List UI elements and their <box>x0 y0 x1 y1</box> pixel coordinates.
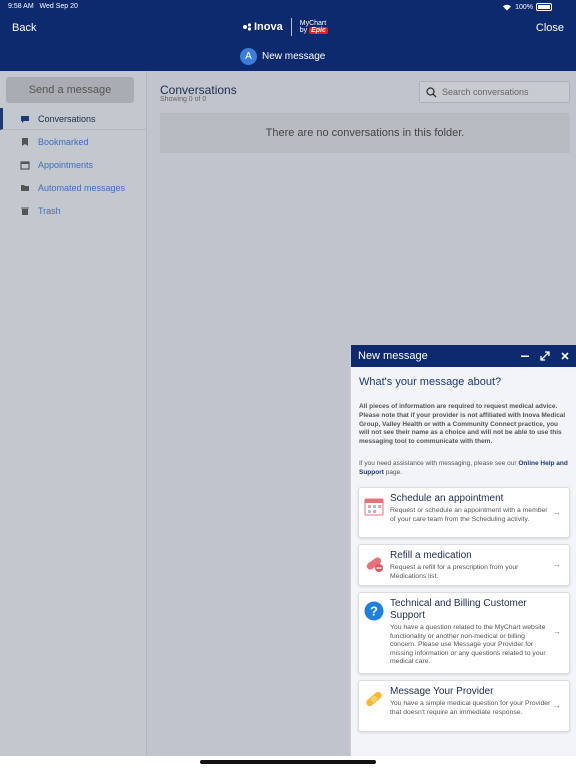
page-title: Conversations <box>160 83 237 97</box>
empty-state: There are no conversations in this folde… <box>160 113 570 153</box>
calendar-icon <box>364 498 384 516</box>
technical-billing-support-option[interactable]: ? Technical and Billing Customer Support… <box>358 592 570 674</box>
dialog-title: New message <box>358 350 428 362</box>
arrow-right-icon: → <box>553 560 561 569</box>
search-placeholder: Search conversations <box>442 87 529 97</box>
avatar: A <box>240 48 257 65</box>
new-message-label: New message <box>262 51 326 62</box>
arrow-right-icon: → <box>553 701 561 710</box>
app-logo: Inova MyChart by Epic <box>243 18 328 36</box>
new-message-dialog: New message What's your message about? A… <box>350 345 576 756</box>
search-icon <box>426 86 437 97</box>
bookmark-icon <box>20 137 30 147</box>
inova-logo: Inova <box>243 21 283 33</box>
conversation-count: Showing 0 of 0 <box>160 96 207 103</box>
card-description: You have a simple medical question for y… <box>390 700 551 716</box>
arrow-right-icon: → <box>553 627 561 636</box>
card-description: You have a question related to the MyCha… <box>390 624 546 666</box>
mychart-logo: MyChart by Epic <box>299 20 328 34</box>
new-message-button[interactable]: A New message <box>240 48 325 65</box>
minimize-icon[interactable] <box>518 349 532 363</box>
sidebar-item-trash[interactable]: Trash <box>0 200 146 222</box>
dialog-question: What's your message about? <box>359 376 502 388</box>
card-title: Refill a medication <box>390 550 472 561</box>
empty-state-text: There are no conversations in this folde… <box>265 127 465 139</box>
sidebar-item-label: Trash <box>38 206 61 216</box>
epic-logo: Epic <box>309 27 328 34</box>
sidebar-item-automated-messages[interactable]: Automated messages <box>0 177 146 199</box>
status-indicators: 100% <box>502 3 552 11</box>
expand-icon[interactable] <box>538 349 552 363</box>
message-provider-option[interactable]: Message Your Provider You have a simple … <box>358 680 570 732</box>
close-icon[interactable] <box>558 349 572 363</box>
svg-text:?: ? <box>370 604 378 619</box>
status-time: 9:58 AM Wed Sep 20 <box>8 3 78 10</box>
trash-icon <box>20 206 30 216</box>
sidebar-item-label: Appointments <box>38 160 94 170</box>
sidebar-item-label: Automated messages <box>38 183 126 193</box>
arrow-right-icon: → <box>553 508 561 517</box>
folder-icon <box>20 183 30 193</box>
sidebar: Send a message Conversations Bookmarked … <box>0 71 147 756</box>
sidebar-item-conversations[interactable]: Conversations <box>0 108 146 130</box>
home-indicator[interactable] <box>200 760 376 764</box>
battery-icon <box>536 3 552 11</box>
back-button[interactable]: Back <box>12 22 36 34</box>
inova-mark-icon <box>243 23 252 31</box>
dialog-header: New message <box>351 345 576 367</box>
calendar-icon <box>20 160 30 170</box>
help-text: If you need assistance with messaging, p… <box>359 460 568 476</box>
logo-divider <box>290 18 292 36</box>
question-icon: ? <box>364 601 384 621</box>
card-title: Message Your Provider <box>390 686 494 697</box>
sidebar-item-label: Bookmarked <box>38 137 89 147</box>
send-message-button[interactable]: Send a message <box>6 77 134 103</box>
schedule-appointment-option[interactable]: Schedule an appointment Request or sched… <box>358 487 570 538</box>
app-header: 9:58 AM Wed Sep 20 100% Back Inova MyCha… <box>0 0 576 71</box>
pill-icon <box>366 557 383 572</box>
wifi-icon <box>503 4 512 11</box>
card-description: Request a refill for a prescription from… <box>390 564 519 580</box>
sidebar-item-bookmarked[interactable]: Bookmarked <box>0 131 146 153</box>
card-title: Schedule an appointment <box>390 493 504 504</box>
search-input[interactable]: Search conversations <box>419 81 570 103</box>
disclaimer-text: All pieces of information are required t… <box>359 403 566 446</box>
battery-percent: 100% <box>515 3 533 11</box>
close-button[interactable]: Close <box>536 22 564 34</box>
sidebar-item-label: Conversations <box>38 113 96 124</box>
card-title: Technical and Billing Customer Support <box>390 598 527 621</box>
card-description: Request or schedule an appointment with … <box>390 507 548 523</box>
bandage-icon <box>366 691 382 707</box>
chat-bubble-icon <box>20 114 30 124</box>
sidebar-item-appointments[interactable]: Appointments <box>0 154 146 176</box>
refill-medication-option[interactable]: Refill a medication Request a refill for… <box>358 544 570 586</box>
